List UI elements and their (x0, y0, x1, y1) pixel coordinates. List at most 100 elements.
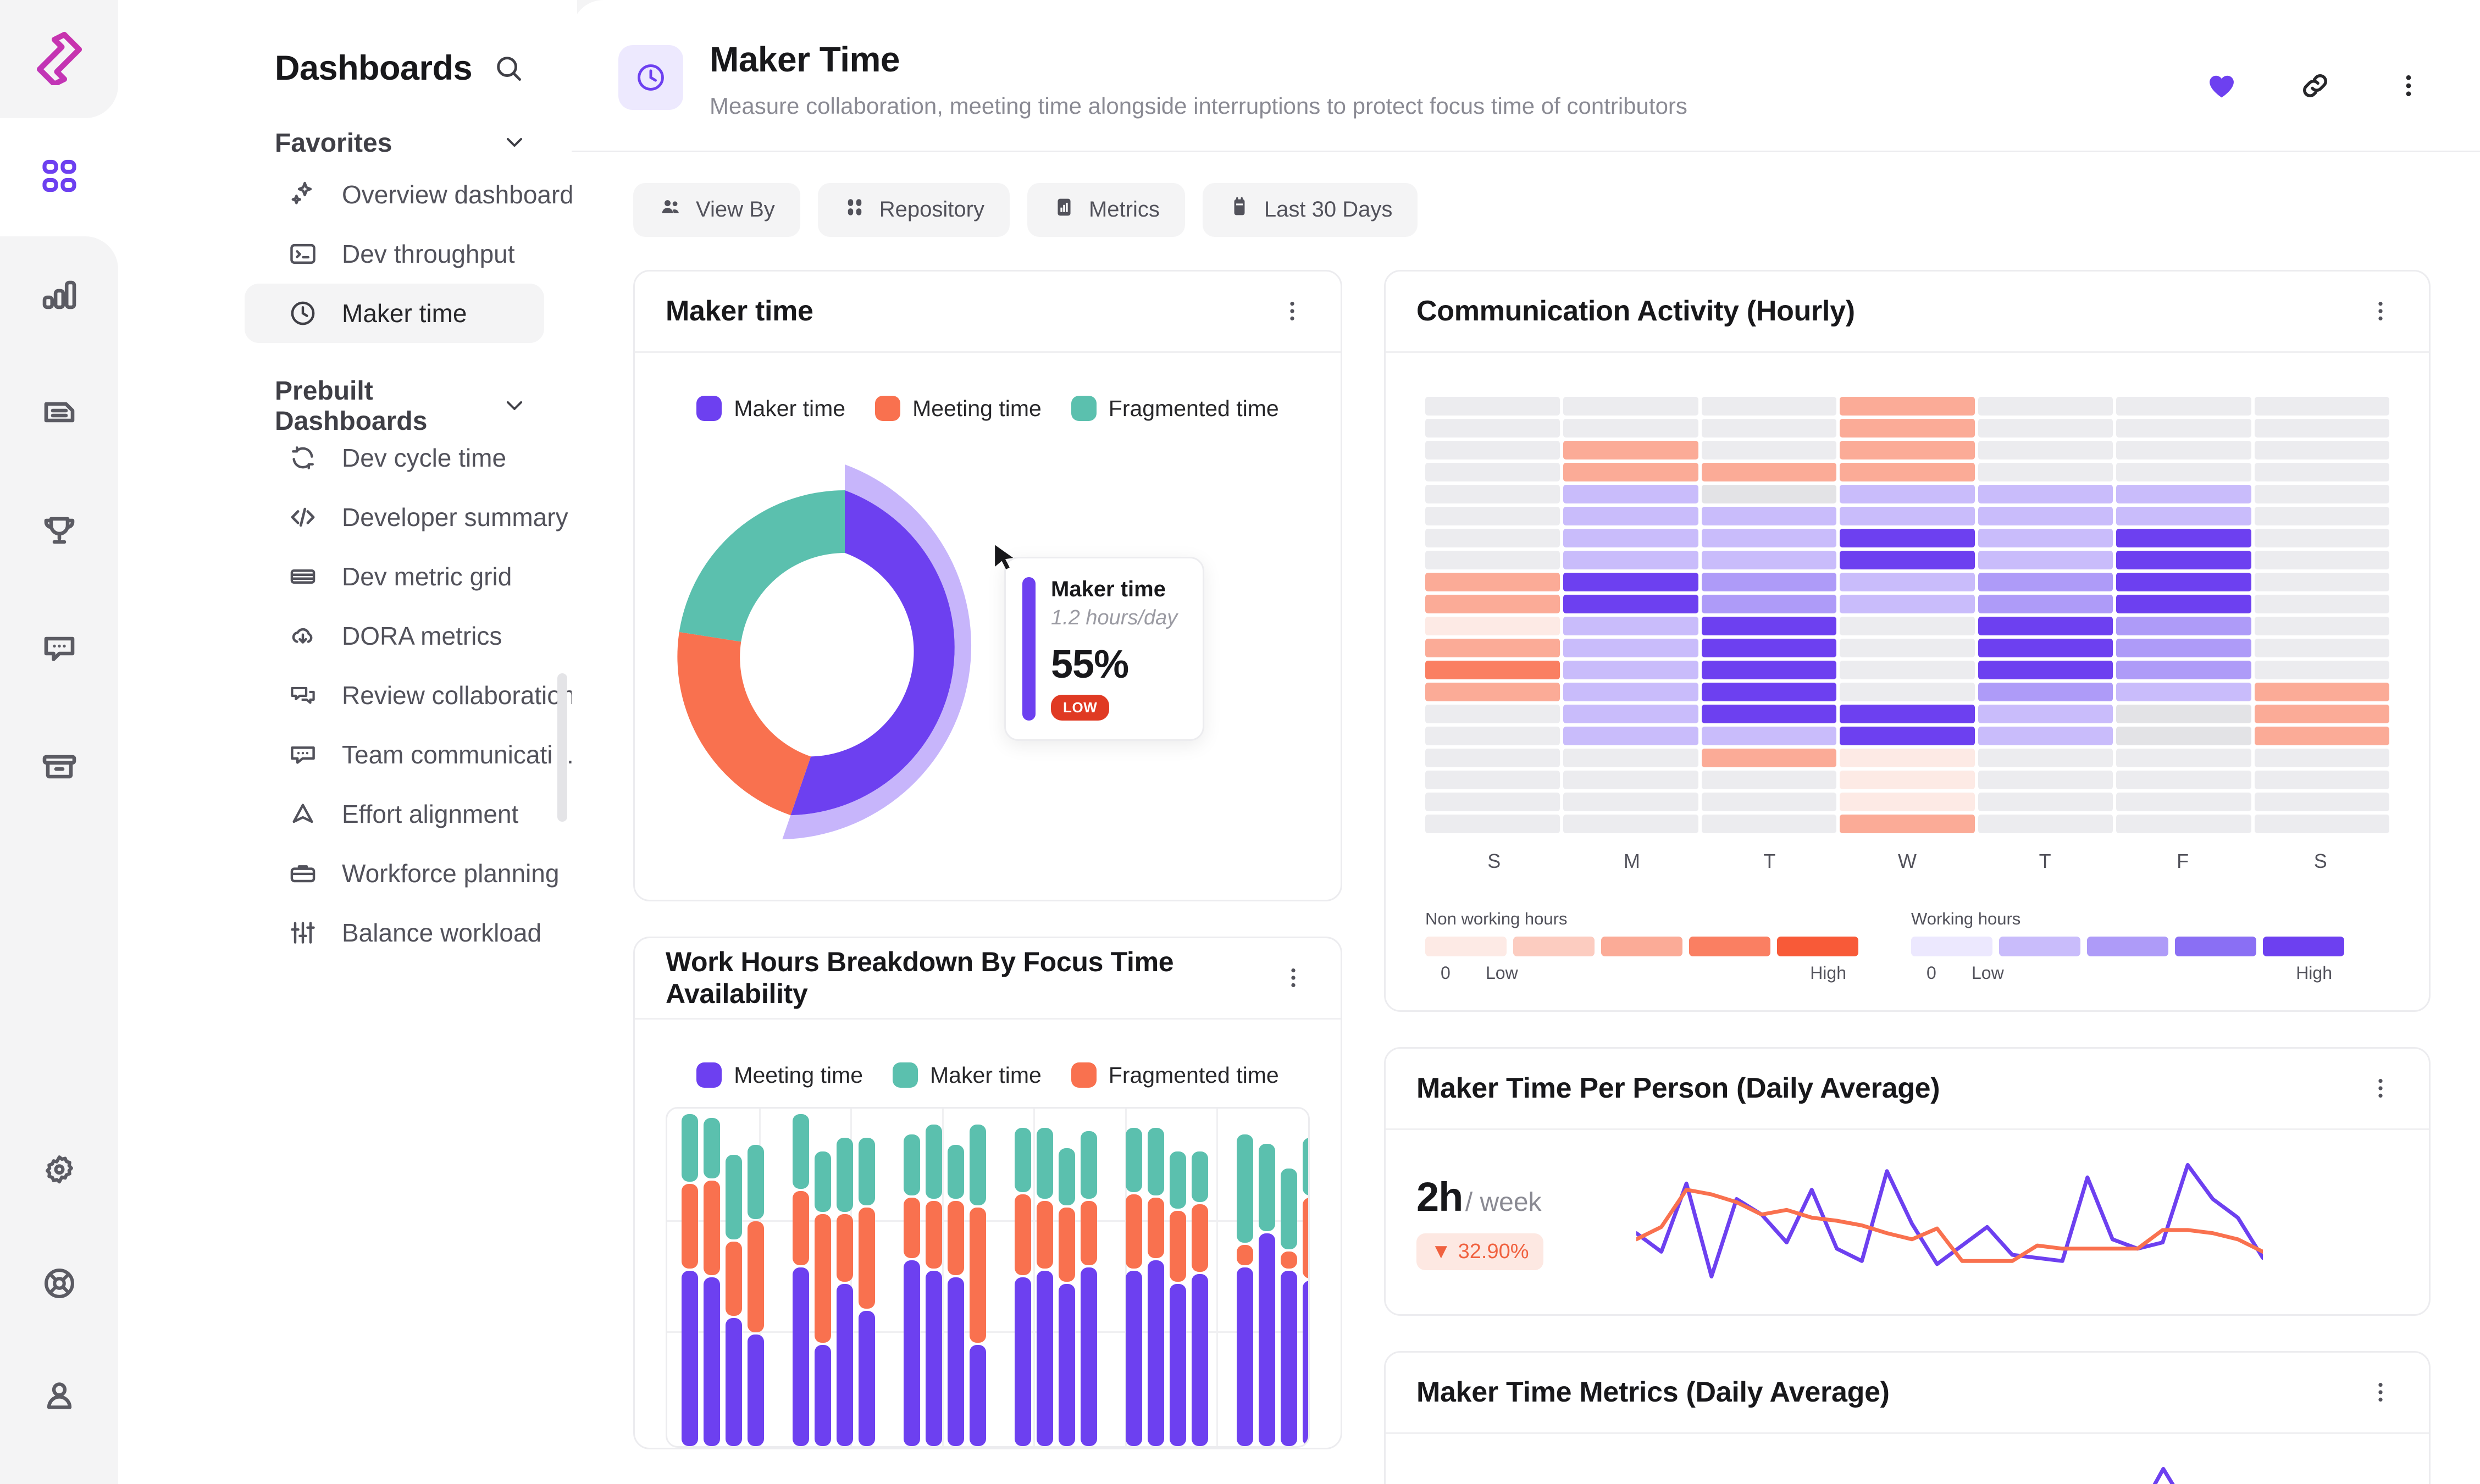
sidebar-item-developer-summary[interactable]: Developer summary (245, 488, 568, 547)
heatmap-cell[interactable] (1701, 440, 1837, 459)
heatmap-cell[interactable] (2116, 638, 2251, 657)
heatmap-cell[interactable] (1425, 462, 1560, 481)
heatmap-cell[interactable] (1701, 748, 1837, 767)
heatmap-cell[interactable] (1978, 682, 2113, 701)
heatmap-cell[interactable] (1701, 572, 1837, 591)
legend-item-meeting-time[interactable]: Meeting time (696, 1062, 863, 1088)
bar-stack[interactable] (1237, 1134, 1253, 1446)
rail-item-dashboards[interactable] (0, 85, 118, 269)
heatmap-cell[interactable] (1701, 704, 1837, 723)
heatmap-cell[interactable] (1563, 550, 1698, 569)
heatmap-cell[interactable] (1978, 704, 2113, 723)
heatmap-cell[interactable] (2254, 418, 2389, 438)
heatmap-cell[interactable] (1563, 484, 1698, 503)
heatmap-cell[interactable] (1701, 550, 1837, 569)
filter-date-range[interactable]: Last 30 Days (1202, 182, 1418, 237)
heatmap-cell[interactable] (1701, 594, 1837, 613)
heatmap-cell[interactable] (1425, 748, 1560, 767)
bar-stack[interactable] (837, 1138, 853, 1446)
heatmap-cell[interactable] (2116, 462, 2251, 481)
sidebar-item-dev-cycle-time[interactable]: Dev cycle time (245, 428, 544, 488)
sidebar-item-dora-metrics[interactable]: DORA metrics (245, 606, 544, 666)
kebab-menu-icon[interactable] (2363, 294, 2398, 329)
heatmap-cell[interactable] (2254, 550, 2389, 569)
heatmap-cell[interactable] (2116, 484, 2251, 503)
rail-item-goals[interactable] (0, 473, 118, 591)
heatmap-cell[interactable] (2116, 506, 2251, 525)
heatmap-cell[interactable] (2116, 440, 2251, 459)
bar-stack[interactable] (793, 1114, 809, 1446)
heatmap-cell[interactable] (1840, 462, 1975, 481)
kebab-menu-icon[interactable] (2363, 1375, 2398, 1410)
bar-stack[interactable] (1148, 1127, 1164, 1446)
heatmap-cell[interactable] (1978, 638, 2113, 657)
bar-stack[interactable] (815, 1151, 831, 1446)
heatmap-cell[interactable] (1840, 594, 1975, 613)
heatmap-cell[interactable] (1425, 396, 1560, 416)
heatmap-cell[interactable] (1425, 484, 1560, 503)
filter-view-by[interactable]: View By (633, 182, 800, 237)
heatmap-cell[interactable] (2116, 770, 2251, 789)
copy-link-button[interactable] (2293, 65, 2337, 109)
heatmap-cell[interactable] (1425, 418, 1560, 438)
heatmap-cell[interactable] (1840, 726, 1975, 745)
bar-stack[interactable] (1259, 1143, 1275, 1446)
heatmap-cell[interactable] (1563, 440, 1698, 459)
rail-item-settings[interactable] (0, 1116, 118, 1228)
heatmap-cell[interactable] (2254, 792, 2389, 811)
chevron-down-icon[interactable] (501, 392, 528, 421)
heatmap-cell[interactable] (2254, 572, 2389, 591)
heatmap-cell[interactable] (1563, 726, 1698, 745)
heatmap-cell[interactable] (1701, 638, 1837, 657)
heatmap-cell[interactable] (2116, 594, 2251, 613)
heatmap-cell[interactable] (1701, 506, 1837, 525)
bar-stack[interactable] (904, 1134, 920, 1446)
heatmap-cell[interactable] (1563, 770, 1698, 789)
heatmap-cell[interactable] (1563, 660, 1698, 679)
sidebar-item-balance-workload[interactable]: Balance workload (245, 903, 544, 962)
kebab-menu-icon[interactable] (1275, 294, 1310, 329)
heatmap-cell[interactable] (2116, 748, 2251, 767)
heatmap-cell[interactable] (1978, 418, 2113, 438)
heatmap-cell[interactable] (1978, 528, 2113, 547)
sidebar-group-header-favorites[interactable]: Favorites (118, 121, 577, 165)
rail-item-support[interactable] (0, 1228, 118, 1341)
heatmap-cell[interactable] (2116, 418, 2251, 438)
bar-stack[interactable] (1015, 1127, 1031, 1446)
heatmap-cell[interactable] (1840, 550, 1975, 569)
heatmap-cell[interactable] (1840, 792, 1975, 811)
sidebar-item-effort-alignment[interactable]: Effort alignment (245, 784, 544, 844)
heatmap-cell[interactable] (2116, 726, 2251, 745)
sidebar-item-overview-dashboard[interactable]: Overview dashboard (245, 165, 574, 224)
heatmap-cell[interactable] (1563, 638, 1698, 657)
heatmap-cell[interactable] (2254, 484, 2389, 503)
heatmap-cell[interactable] (1701, 726, 1837, 745)
heatmap-cell[interactable] (1701, 396, 1837, 416)
heatmap-cell[interactable] (1978, 594, 2113, 613)
heatmap-cell[interactable] (1701, 462, 1837, 481)
heatmap-cell[interactable] (2254, 660, 2389, 679)
heatmap-cell[interactable] (1978, 440, 2113, 459)
heatmap-cell[interactable] (2254, 462, 2389, 481)
heatmap-cell[interactable] (2254, 682, 2389, 701)
heatmap-cell[interactable] (2116, 704, 2251, 723)
heatmap-cell[interactable] (1840, 682, 1975, 701)
heatmap-cell[interactable] (1840, 396, 1975, 416)
bar-stack[interactable] (1081, 1131, 1097, 1446)
heatmap-cell[interactable] (1425, 550, 1560, 569)
heatmap-cell[interactable] (1425, 594, 1560, 613)
bar-stack[interactable] (948, 1144, 964, 1446)
bar-stack[interactable] (1126, 1127, 1142, 1446)
heatmap-cell[interactable] (1425, 792, 1560, 811)
bar-stack[interactable] (682, 1114, 698, 1446)
legend-item-maker-time[interactable]: Maker time (696, 396, 845, 422)
heatmap-cell[interactable] (1563, 418, 1698, 438)
heatmap-cell[interactable] (1840, 506, 1975, 525)
filter-metrics[interactable]: Metrics (1027, 182, 1185, 237)
more-options-button[interactable] (2387, 65, 2431, 109)
heatmap-cell[interactable] (2254, 814, 2389, 833)
heatmap-cell[interactable] (1563, 748, 1698, 767)
heatmap-cell[interactable] (1425, 506, 1560, 525)
heatmap-cell[interactable] (1563, 572, 1698, 591)
heatmap-cell[interactable] (1425, 682, 1560, 701)
